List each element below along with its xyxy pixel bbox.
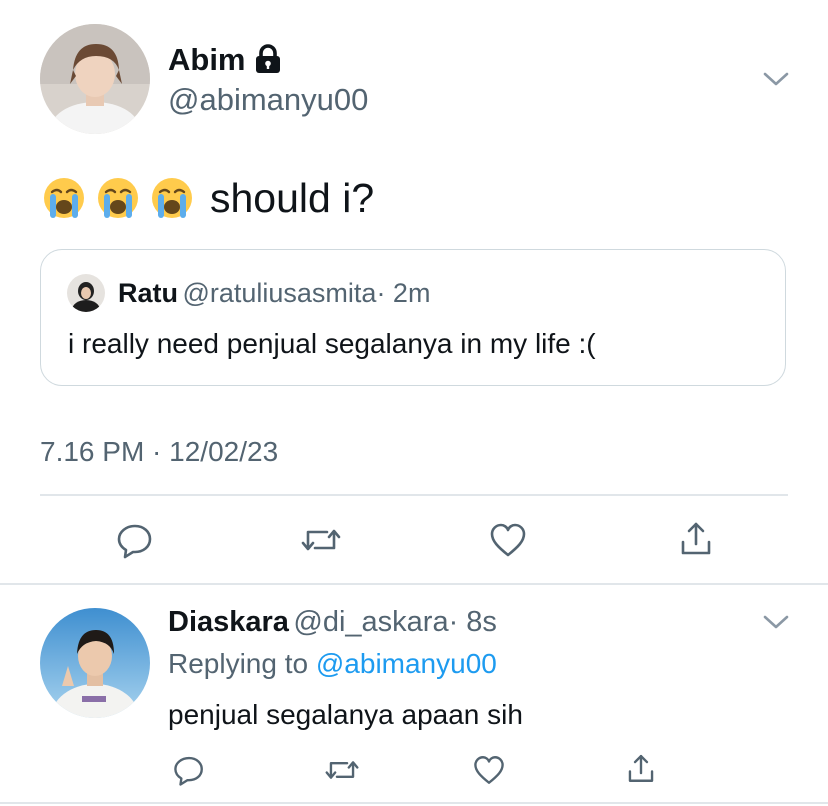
reply-icon[interactable] (115, 520, 155, 560)
retweet-icon[interactable] (299, 520, 343, 560)
tweet-timestamp[interactable]: 7.16 PM · 12/02/23 (40, 436, 278, 468)
quoted-tweet-text: i really need penjual segalanya in my li… (68, 328, 596, 359)
like-icon[interactable] (472, 753, 506, 787)
reply-time: · 8s (448, 606, 497, 638)
author-avatar[interactable] (40, 24, 150, 134)
crying-face-icon (150, 176, 194, 220)
chevron-down-icon[interactable] (762, 69, 790, 89)
reply-icon[interactable] (172, 753, 206, 787)
quoted-tweet-time: · 2m (376, 278, 431, 308)
replying-to-link[interactable]: @abimanyu00 (316, 648, 497, 679)
lock-icon (253, 44, 283, 79)
tweet-text-row: should i? (42, 169, 374, 221)
divider (0, 802, 828, 804)
reply-header: Diaskara @di_askara· 8s (168, 606, 497, 639)
reply-author-name[interactable]: Diaskara (168, 606, 289, 638)
crying-face-icon (42, 176, 86, 220)
reply-text: penjual segalanya apaan sih (168, 699, 523, 730)
divider (0, 583, 828, 585)
quoted-author-handle[interactable]: @ratuliusasmita (182, 278, 376, 308)
divider (40, 494, 788, 496)
quoted-tweet-card[interactable] (40, 249, 786, 386)
replying-to-label: Replying to (168, 648, 309, 679)
quoted-author-avatar[interactable] (67, 274, 105, 312)
retweet-icon[interactable] (323, 753, 361, 787)
crying-face-icon (96, 176, 140, 220)
reply-author-avatar[interactable] (40, 608, 150, 718)
replying-to-line: Replying to @abimanyu00 (168, 648, 497, 680)
chevron-down-icon[interactable] (762, 612, 790, 632)
share-icon[interactable] (624, 751, 658, 785)
quoted-author-name[interactable]: Ratu (118, 278, 178, 308)
author-name[interactable]: Abim (168, 42, 246, 78)
author-handle[interactable]: @abimanyu00 (168, 82, 368, 118)
tweet-text: should i? (210, 175, 375, 222)
quoted-tweet-header: Ratu @ratuliusasmita· 2m (118, 278, 430, 309)
reply-author-handle[interactable]: @di_askara (293, 606, 448, 638)
like-icon[interactable] (488, 520, 528, 560)
share-icon[interactable] (676, 518, 716, 558)
